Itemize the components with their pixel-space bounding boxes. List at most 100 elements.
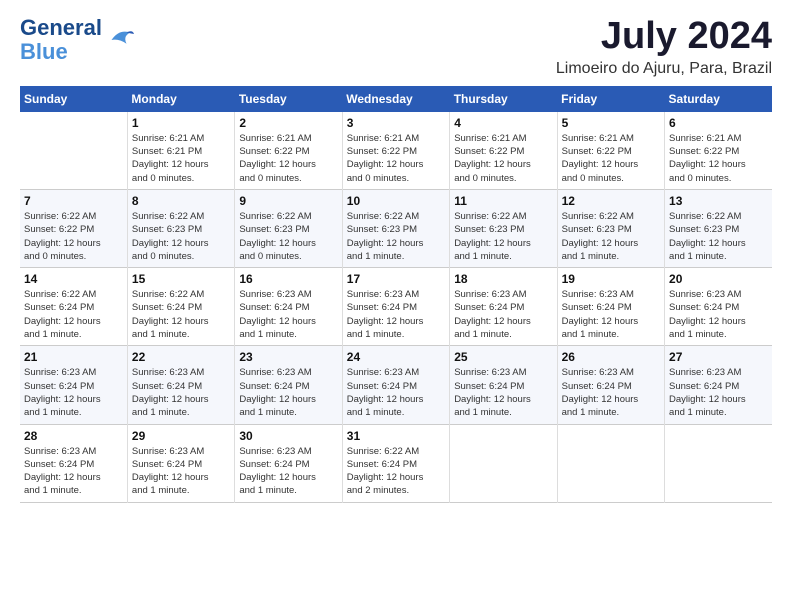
calendar-week-row: 14 Sunrise: 6:22 AM Sunset: 6:24 PM Dayli… bbox=[20, 268, 772, 346]
page-header: General Blue July 2024 Limoeiro do Ajuru… bbox=[20, 16, 772, 78]
table-row: 8 Sunrise: 6:22 AM Sunset: 6:23 PM Daylig… bbox=[127, 189, 234, 267]
day-number: 11 bbox=[454, 194, 552, 208]
day-info: Sunrise: 6:23 AM Sunset: 6:24 PM Dayligh… bbox=[669, 366, 768, 419]
table-row: 12 Sunrise: 6:22 AM Sunset: 6:23 PM Dayli… bbox=[557, 189, 664, 267]
day-number: 1 bbox=[132, 116, 230, 130]
day-info: Sunrise: 6:22 AM Sunset: 6:23 PM Dayligh… bbox=[239, 210, 337, 263]
table-row: 14 Sunrise: 6:22 AM Sunset: 6:24 PM Dayli… bbox=[20, 268, 127, 346]
day-info: Sunrise: 6:23 AM Sunset: 6:24 PM Dayligh… bbox=[24, 445, 123, 498]
header-thursday: Thursday bbox=[450, 86, 557, 112]
day-number: 3 bbox=[347, 116, 445, 130]
table-row: 4 Sunrise: 6:21 AM Sunset: 6:22 PM Daylig… bbox=[450, 112, 557, 190]
day-info: Sunrise: 6:23 AM Sunset: 6:24 PM Dayligh… bbox=[562, 366, 660, 419]
day-info: Sunrise: 6:23 AM Sunset: 6:24 PM Dayligh… bbox=[454, 366, 552, 419]
day-number: 21 bbox=[24, 350, 123, 364]
day-number: 24 bbox=[347, 350, 445, 364]
table-row: 3Sunrise: 6:21 AM Sunset: 6:22 PM Daylig… bbox=[342, 112, 449, 190]
calendar-header: SundayMondayTuesdayWednesdayThursdayFrid… bbox=[20, 86, 772, 112]
table-row: 28 Sunrise: 6:23 AM Sunset: 6:24 PM Dayli… bbox=[20, 424, 127, 502]
table-row: 30 Sunrise: 6:23 AM Sunset: 6:24 PM Dayli… bbox=[235, 424, 342, 502]
day-number: 10 bbox=[347, 194, 445, 208]
day-number: 14 bbox=[24, 272, 123, 286]
day-number: 27 bbox=[669, 350, 768, 364]
day-number: 4 bbox=[454, 116, 552, 130]
header-saturday: Saturday bbox=[665, 86, 772, 112]
day-number: 30 bbox=[239, 429, 337, 443]
day-number: 8 bbox=[132, 194, 230, 208]
day-number: 23 bbox=[239, 350, 337, 364]
table-row: 25 Sunrise: 6:23 AM Sunset: 6:24 PM Dayli… bbox=[450, 346, 557, 424]
table-row: 27 Sunrise: 6:23 AM Sunset: 6:24 PM Dayli… bbox=[665, 346, 772, 424]
calendar-week-row: 1 Sunrise: 6:21 AM Sunset: 6:21 PM Daylig… bbox=[20, 112, 772, 190]
table-row: 13Sunrise: 6:22 AM Sunset: 6:23 PM Dayli… bbox=[665, 189, 772, 267]
day-number: 16 bbox=[239, 272, 337, 286]
table-row: 5 Sunrise: 6:21 AM Sunset: 6:22 PM Daylig… bbox=[557, 112, 664, 190]
logo-text: General Blue bbox=[20, 16, 102, 64]
table-row: 6 Sunrise: 6:21 AM Sunset: 6:22 PM Daylig… bbox=[665, 112, 772, 190]
table-row: 16 Sunrise: 6:23 AM Sunset: 6:24 PM Dayli… bbox=[235, 268, 342, 346]
day-number: 2 bbox=[239, 116, 337, 130]
table-row: 19 Sunrise: 6:23 AM Sunset: 6:24 PM Dayli… bbox=[557, 268, 664, 346]
calendar-week-row: 28 Sunrise: 6:23 AM Sunset: 6:24 PM Dayli… bbox=[20, 424, 772, 502]
table-row: 1 Sunrise: 6:21 AM Sunset: 6:21 PM Daylig… bbox=[127, 112, 234, 190]
day-info: Sunrise: 6:22 AM Sunset: 6:23 PM Dayligh… bbox=[669, 210, 768, 263]
calendar-week-row: 7 Sunrise: 6:22 AM Sunset: 6:22 PM Daylig… bbox=[20, 189, 772, 267]
day-info: Sunrise: 6:23 AM Sunset: 6:24 PM Dayligh… bbox=[24, 366, 123, 419]
title-block: July 2024 Limoeiro do Ajuru, Para, Brazi… bbox=[556, 16, 772, 78]
subtitle: Limoeiro do Ajuru, Para, Brazil bbox=[556, 60, 772, 78]
table-row: 23Sunrise: 6:23 AM Sunset: 6:24 PM Dayli… bbox=[235, 346, 342, 424]
logo-bird-icon bbox=[104, 25, 134, 55]
day-info: Sunrise: 6:23 AM Sunset: 6:24 PM Dayligh… bbox=[239, 288, 337, 341]
table-row: 24 Sunrise: 6:23 AM Sunset: 6:24 PM Dayli… bbox=[342, 346, 449, 424]
header-monday: Monday bbox=[127, 86, 234, 112]
day-info: Sunrise: 6:21 AM Sunset: 6:22 PM Dayligh… bbox=[562, 132, 660, 185]
day-number: 19 bbox=[562, 272, 660, 286]
day-number: 9 bbox=[239, 194, 337, 208]
day-number: 7 bbox=[24, 194, 123, 208]
table-row: 7 Sunrise: 6:22 AM Sunset: 6:22 PM Daylig… bbox=[20, 189, 127, 267]
table-row: 22Sunrise: 6:23 AM Sunset: 6:24 PM Dayli… bbox=[127, 346, 234, 424]
table-row: 21 Sunrise: 6:23 AM Sunset: 6:24 PM Dayli… bbox=[20, 346, 127, 424]
table-row: 29Sunrise: 6:23 AM Sunset: 6:24 PM Dayli… bbox=[127, 424, 234, 502]
day-number: 28 bbox=[24, 429, 123, 443]
calendar-week-row: 21 Sunrise: 6:23 AM Sunset: 6:24 PM Dayli… bbox=[20, 346, 772, 424]
logo-line1: General bbox=[20, 16, 102, 40]
day-number: 12 bbox=[562, 194, 660, 208]
day-info: Sunrise: 6:23 AM Sunset: 6:24 PM Dayligh… bbox=[454, 288, 552, 341]
day-info: Sunrise: 6:23 AM Sunset: 6:24 PM Dayligh… bbox=[669, 288, 768, 341]
table-row: 2 Sunrise: 6:21 AM Sunset: 6:22 PM Daylig… bbox=[235, 112, 342, 190]
day-info: Sunrise: 6:23 AM Sunset: 6:24 PM Dayligh… bbox=[562, 288, 660, 341]
day-number: 25 bbox=[454, 350, 552, 364]
table-row: 18Sunrise: 6:23 AM Sunset: 6:24 PM Dayli… bbox=[450, 268, 557, 346]
header-tuesday: Tuesday bbox=[235, 86, 342, 112]
table-row: 11 Sunrise: 6:22 AM Sunset: 6:23 PM Dayli… bbox=[450, 189, 557, 267]
table-row bbox=[20, 112, 127, 190]
day-info: Sunrise: 6:21 AM Sunset: 6:22 PM Dayligh… bbox=[239, 132, 337, 185]
day-info: Sunrise: 6:22 AM Sunset: 6:24 PM Dayligh… bbox=[132, 288, 230, 341]
day-info: Sunrise: 6:22 AM Sunset: 6:23 PM Dayligh… bbox=[562, 210, 660, 263]
table-row: 15Sunrise: 6:22 AM Sunset: 6:24 PM Dayli… bbox=[127, 268, 234, 346]
day-info: Sunrise: 6:21 AM Sunset: 6:21 PM Dayligh… bbox=[132, 132, 230, 185]
day-number: 6 bbox=[669, 116, 768, 130]
day-info: Sunrise: 6:22 AM Sunset: 6:24 PM Dayligh… bbox=[24, 288, 123, 341]
day-number: 5 bbox=[562, 116, 660, 130]
table-row bbox=[557, 424, 664, 502]
calendar-table: SundayMondayTuesdayWednesdayThursdayFrid… bbox=[20, 86, 772, 503]
day-info: Sunrise: 6:21 AM Sunset: 6:22 PM Dayligh… bbox=[454, 132, 552, 185]
day-info: Sunrise: 6:22 AM Sunset: 6:23 PM Dayligh… bbox=[132, 210, 230, 263]
day-info: Sunrise: 6:22 AM Sunset: 6:23 PM Dayligh… bbox=[347, 210, 445, 263]
day-info: Sunrise: 6:23 AM Sunset: 6:24 PM Dayligh… bbox=[239, 445, 337, 498]
table-row: 10 Sunrise: 6:22 AM Sunset: 6:23 PM Dayli… bbox=[342, 189, 449, 267]
day-number: 31 bbox=[347, 429, 445, 443]
day-info: Sunrise: 6:22 AM Sunset: 6:22 PM Dayligh… bbox=[24, 210, 123, 263]
day-info: Sunrise: 6:23 AM Sunset: 6:24 PM Dayligh… bbox=[347, 366, 445, 419]
day-info: Sunrise: 6:22 AM Sunset: 6:23 PM Dayligh… bbox=[454, 210, 552, 263]
main-title: July 2024 bbox=[556, 16, 772, 58]
table-row bbox=[665, 424, 772, 502]
table-row bbox=[450, 424, 557, 502]
table-row: 26Sunrise: 6:23 AM Sunset: 6:24 PM Dayli… bbox=[557, 346, 664, 424]
header-row: SundayMondayTuesdayWednesdayThursdayFrid… bbox=[20, 86, 772, 112]
day-info: Sunrise: 6:21 AM Sunset: 6:22 PM Dayligh… bbox=[669, 132, 768, 185]
day-info: Sunrise: 6:22 AM Sunset: 6:24 PM Dayligh… bbox=[347, 445, 445, 498]
table-row: 9 Sunrise: 6:22 AM Sunset: 6:23 PM Daylig… bbox=[235, 189, 342, 267]
